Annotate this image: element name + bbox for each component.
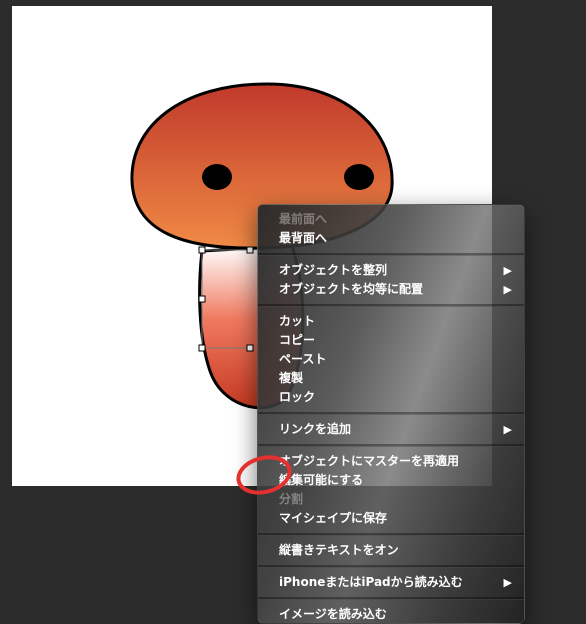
submenu-arrow-icon: ▶	[503, 283, 512, 296]
submenu-arrow-icon: ▶	[503, 264, 512, 277]
menu-item-label: オブジェクトにマスターを再適用	[279, 454, 460, 468]
menu-item-import-from-device[interactable]: iPhoneまたはiPadから読み込む ▶	[258, 573, 524, 592]
menu-item-label: iPhoneまたはiPadから読み込む	[279, 575, 463, 589]
menu-item-label: オブジェクトを均等に配置	[279, 282, 424, 296]
menu-item-split[interactable]: 分割	[258, 490, 524, 509]
menu-item-align-objects[interactable]: オブジェクトを整列 ▶	[258, 261, 524, 280]
menu-item-cut[interactable]: カット	[258, 312, 524, 331]
menu-separator	[258, 565, 524, 568]
menu-item-label: ペースト	[279, 352, 327, 366]
menu-item-duplicate[interactable]: 複製	[258, 369, 524, 388]
menu-item-label: 複製	[279, 371, 304, 385]
menu-item-label: 最背面へ	[279, 231, 328, 245]
menu-item-import-image[interactable]: イメージを読み込む	[258, 605, 524, 624]
menu-item-label: 最前面へ	[279, 212, 328, 226]
menu-item-label: オブジェクトを整列	[279, 263, 388, 277]
menu-item-lock[interactable]: ロック	[258, 388, 524, 407]
menu-item-label: 分割	[279, 492, 304, 506]
menu-item-send-to-back[interactable]: 最背面へ	[258, 229, 524, 248]
menu-item-label: コピー	[279, 333, 316, 347]
menu-item-distribute-objects[interactable]: オブジェクトを均等に配置 ▶	[258, 280, 524, 299]
menu-item-label: 編集可能にする	[279, 473, 364, 487]
menu-item-add-link[interactable]: リンクを追加 ▶	[258, 420, 524, 439]
menu-item-label: 縦書きテキストをオン	[279, 543, 399, 557]
menu-item-label: カット	[279, 314, 316, 328]
menu-item-label: マイシェイプに保存	[279, 511, 388, 525]
menu-item-make-editable[interactable]: 編集可能にする	[258, 471, 524, 490]
menu-item-vertical-text[interactable]: 縦書きテキストをオン	[258, 541, 524, 560]
menu-item-label: ロック	[279, 390, 316, 404]
submenu-arrow-icon: ▶	[503, 423, 512, 436]
menu-item-reapply-master[interactable]: オブジェクトにマスターを再適用	[258, 452, 524, 471]
menu-separator	[258, 597, 524, 600]
menu-separator	[258, 412, 524, 415]
menu-item-bring-to-front[interactable]: 最前面へ	[258, 210, 524, 229]
menu-separator	[258, 304, 524, 307]
menu-separator	[258, 444, 524, 447]
menu-item-label: リンクを追加	[279, 422, 352, 436]
menu-separator	[258, 533, 524, 536]
menu-item-copy[interactable]: コピー	[258, 331, 524, 350]
context-menu: 最前面へ 最背面へ オブジェクトを整列 ▶ オブジェクトを均等に配置 ▶ カット コ…	[257, 204, 525, 624]
menu-item-paste[interactable]: ペースト	[258, 350, 524, 369]
menu-separator	[258, 253, 524, 256]
submenu-arrow-icon: ▶	[503, 576, 512, 589]
menu-item-save-to-my-shapes[interactable]: マイシェイプに保存	[258, 509, 524, 528]
